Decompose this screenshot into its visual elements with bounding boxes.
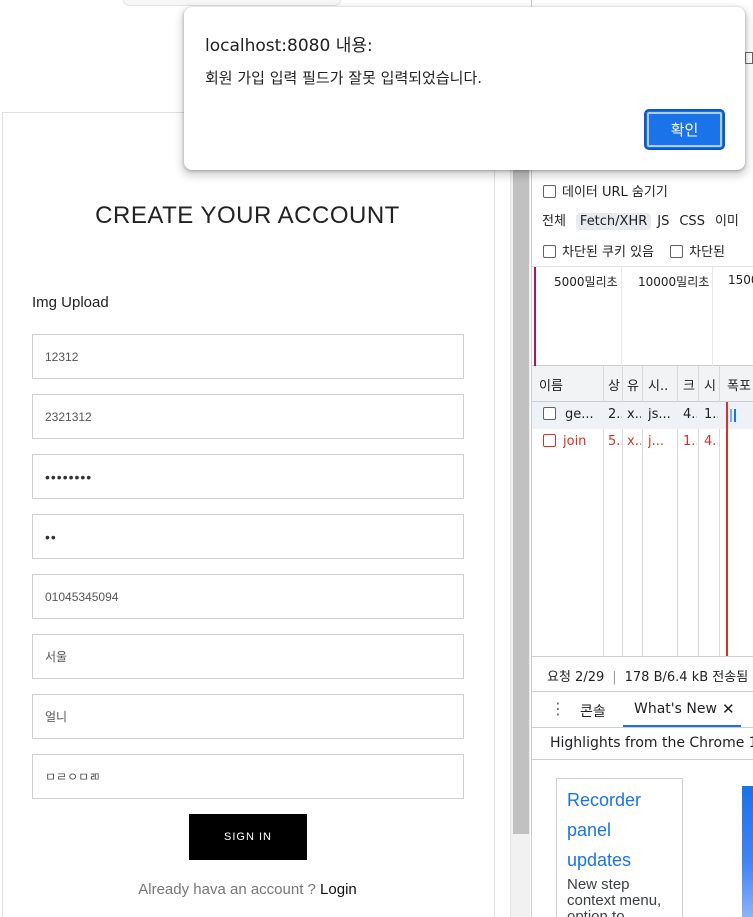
whats-new-heading: Highlights from the Chrome 10 bbox=[532, 728, 753, 760]
feature-card[interactable]: Recorder panel updates New step context … bbox=[556, 778, 683, 917]
dialog-message: 회원 가입 입력 필드가 잘못 입력되었습니다. bbox=[205, 69, 483, 87]
tab-whats-new[interactable]: What's New bbox=[634, 701, 717, 717]
request-status: 2.. bbox=[608, 407, 622, 422]
field-1[interactable]: 12312 bbox=[32, 334, 464, 379]
overview-divider bbox=[712, 267, 713, 367]
request-size: 1.. bbox=[683, 434, 697, 449]
page-scrollbar[interactable] bbox=[510, 112, 530, 917]
col-time[interactable]: 시 bbox=[704, 375, 716, 394]
field-2[interactable]: 2321312 bbox=[32, 394, 464, 439]
network-overview[interactable]: 5000밀리초 10000밀리초 1500 bbox=[532, 266, 753, 367]
request-time: 1.. bbox=[704, 407, 718, 422]
login-link[interactable]: Login bbox=[320, 881, 357, 898]
waterfall-bar bbox=[730, 409, 738, 422]
request-count: 요청 2/29 bbox=[547, 670, 605, 685]
request-row[interactable]: ge... 2.. x.. js... 4.. 1.. bbox=[532, 402, 753, 429]
devtools-checkbox-peek bbox=[745, 52, 753, 64]
password-field[interactable]: •••••••• bbox=[32, 454, 464, 499]
request-initiator: js... bbox=[648, 407, 671, 422]
request-type: x.. bbox=[627, 434, 641, 449]
more-vert-icon[interactable]: ⋮ bbox=[550, 699, 566, 718]
dialog-title: localhost:8080 내용: bbox=[205, 36, 373, 56]
cookie-filter-row: 차단된 쿠키 있음 차단된 bbox=[543, 241, 753, 260]
col-name[interactable]: 이름 bbox=[539, 375, 563, 394]
request-checkbox[interactable] bbox=[543, 434, 562, 449]
hide-data-urls-checkbox[interactable] bbox=[543, 185, 556, 198]
request-initiator: j... bbox=[648, 434, 665, 449]
city-field[interactable]: 서울 bbox=[32, 634, 464, 679]
feature-image bbox=[742, 786, 753, 917]
filter-fetch-xhr[interactable]: Fetch/XHR bbox=[575, 213, 652, 230]
transfer-size: 178 B/6.4 kB 전송됨 bbox=[624, 670, 749, 685]
active-tab-indicator bbox=[623, 725, 741, 727]
overview-divider bbox=[621, 267, 622, 367]
already-text: Already hava an account ? bbox=[138, 881, 316, 898]
col-type[interactable]: 유 bbox=[627, 375, 639, 394]
filter-css[interactable]: CSS bbox=[679, 214, 705, 229]
timeline-label: 5000밀리초 bbox=[554, 275, 618, 289]
feature-card-description: New step context menu, option to bbox=[567, 876, 662, 917]
blocked-requests-checkbox[interactable] bbox=[670, 245, 684, 258]
filter-all[interactable]: 전체 bbox=[542, 214, 566, 229]
close-icon[interactable]: ✕ bbox=[722, 700, 735, 718]
request-name: join bbox=[563, 434, 587, 449]
screen: CREATE YOUR ACCOUNT Img Upload 12312 232… bbox=[0, 0, 753, 917]
drawer-tabbar: ⋮ 콘솔 What's New ✕ bbox=[532, 692, 753, 728]
request-type: x.. bbox=[627, 407, 641, 422]
page-title: CREATE YOUR ACCOUNT bbox=[95, 202, 400, 229]
tab-console[interactable]: 콘솔 bbox=[580, 701, 606, 721]
col-initiator[interactable]: 시.. bbox=[648, 375, 670, 394]
overview-marker bbox=[534, 267, 536, 367]
timeline-label: 10000밀리초 bbox=[638, 275, 710, 289]
phone-field[interactable]: 01045345094 bbox=[32, 574, 464, 619]
sign-in-button[interactable]: SIGN IN bbox=[189, 814, 307, 860]
timeline-label: 1500 bbox=[728, 273, 753, 287]
col-waterfall[interactable]: 폭포 bbox=[727, 375, 751, 394]
request-time: 4.. bbox=[704, 434, 718, 449]
network-summary: 요청 2/29 | 178 B/6.4 kB 전송됨 bbox=[532, 656, 753, 692]
ok-button[interactable]: 확인 bbox=[644, 109, 725, 150]
address-bar[interactable] bbox=[122, 0, 342, 6]
filter-js[interactable]: JS bbox=[657, 214, 669, 229]
img-upload-label[interactable]: Img Upload bbox=[32, 294, 109, 311]
scrollbar-thumb[interactable] bbox=[513, 112, 529, 834]
request-checkbox[interactable] bbox=[543, 407, 562, 422]
request-size: 4.. bbox=[683, 407, 697, 422]
blocked-requests-label: 차단된 bbox=[689, 245, 726, 260]
login-prompt: Already hava an account ? Login bbox=[0, 881, 495, 898]
request-name: ge... bbox=[565, 407, 594, 422]
password-confirm-field[interactable]: •• bbox=[32, 514, 464, 559]
filter-img[interactable]: 이미 bbox=[715, 214, 739, 229]
address-field[interactable]: ㅁㄹㅇㅁㄻ bbox=[32, 754, 464, 799]
blocked-cookies-checkbox[interactable] bbox=[543, 245, 556, 258]
feature-card-title[interactable]: Recorder panel updates bbox=[567, 785, 672, 875]
hide-data-urls-option[interactable]: 데이터 URL 숨기기 bbox=[543, 181, 753, 200]
request-row-error[interactable]: join 5.. x.. j... 1.. 4.. bbox=[532, 429, 753, 456]
filter-bar: 전체 Fetch/XHR JS CSS 이미 bbox=[542, 210, 753, 230]
blocked-cookies-label: 차단된 쿠키 있음 bbox=[562, 245, 654, 260]
district-field[interactable]: 얼니 bbox=[32, 694, 464, 739]
alert-dialog: localhost:8080 내용: 회원 가입 입력 필드가 잘못 입력되었습… bbox=[184, 7, 745, 170]
request-status: 5.. bbox=[608, 434, 622, 449]
hide-data-urls-label: 데이터 URL 숨기기 bbox=[562, 185, 668, 200]
col-size[interactable]: 크 bbox=[683, 375, 695, 394]
col-status[interactable]: 상 bbox=[608, 375, 620, 394]
waterfall-marker bbox=[726, 402, 728, 656]
